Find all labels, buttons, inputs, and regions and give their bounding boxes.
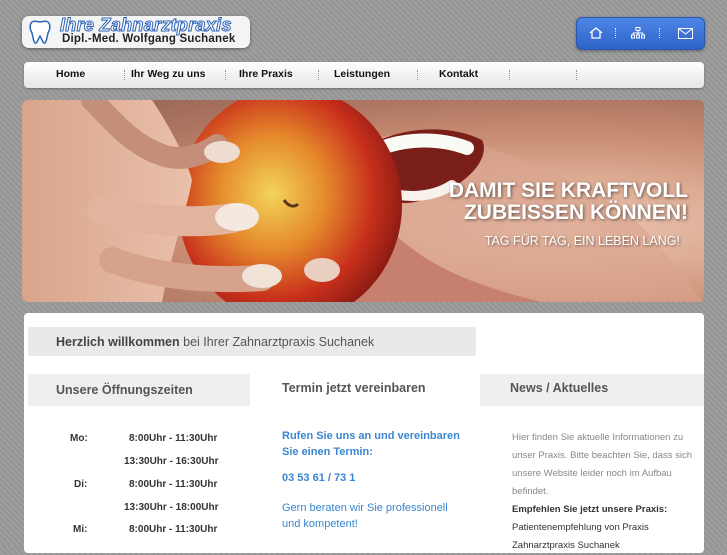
logo[interactable]: Ihre Zahnarztpraxis Dipl.-Med. Wolfgang … [22,16,250,48]
termin-heading-bar: Termin jetzt vereinbaren [254,374,476,406]
termin-advice: Gern beraten wir Sie professionell und k… [282,502,448,530]
news-link2[interactable]: Zahnarztpraxis Suchanek [512,537,697,555]
hero-banner: DAMIT SIE KRAFTVOLL ZUBEISSEN KÖNNEN! TA… [22,100,704,302]
welcome-rest: bei Ihrer Zahnarztpraxis Suchanek [179,335,375,349]
news-heading: News / Aktuelles [510,381,609,395]
nav-item-kontakt[interactable]: Kontakt [439,68,478,80]
nav-separator [124,70,125,80]
nav-separator [509,70,510,80]
nav-item-ihre-praxis[interactable]: Ihre Praxis [239,68,293,80]
welcome-bar: Herzlich willkommen bei Ihrer Zahnarztpr… [28,327,476,356]
news-block: Hier finden Sie aktuelle Informationen z… [512,429,697,555]
hero-headline-line2: ZUBEISSEN KÖNNEN! [463,201,688,224]
termin-call-text: Rufen Sie uns an und vereinbaren Sie ein… [282,430,460,458]
nav-separator [576,70,577,80]
toolbar-separator [659,28,662,38]
hours-time: 13:30Uhr - 16:30Uhr [124,456,219,467]
hours-time: 8:00Uhr - 11:30Uhr [129,433,218,444]
termin-heading: Termin jetzt vereinbaren [282,381,426,395]
home-icon[interactable] [588,25,604,41]
hours-heading: Unsere Öffnungszeiten [56,383,193,397]
welcome-text: Herzlich willkommen bei Ihrer Zahnarztpr… [56,335,374,349]
hero-headline: DAMIT SIE KRAFTVOLL ZUBEISSEN KÖNNEN! [449,180,688,224]
hours-day: Di: [74,479,88,490]
hours-day: Mi: [73,524,88,535]
hours-heading-bar: Unsere Öffnungszeiten [28,374,250,406]
toolbar-separator [615,28,618,38]
hours-time: 13:30Uhr - 18:00Uhr [124,502,219,513]
news-link[interactable]: Patientenempfehlung von Praxis [512,519,697,537]
sitemap-icon[interactable] [630,25,646,41]
main-navigation: Home Ihr Weg zu uns Ihre Praxis Leistung… [24,62,704,88]
hours-day: Mo: [70,433,88,444]
news-heading-bar: News / Aktuelles [480,374,704,406]
nav-item-leistungen[interactable]: Leistungen [334,68,390,80]
news-recommend: Empfehlen Sie jetzt unsere Praxis: [512,504,668,515]
toolbar [576,17,705,50]
nav-separator [417,70,418,80]
hero-tagline: TAG FÜR TAG, EIN LEBEN LANG! [484,234,680,248]
hours-time: 8:00Uhr - 11:30Uhr [129,479,218,490]
nav-separator [225,70,226,80]
mail-icon[interactable] [677,25,693,41]
welcome-bold: Herzlich willkommen [56,335,180,349]
phone-number[interactable]: 03 53 61 / 73 1 [282,470,355,486]
content-panel: Herzlich willkommen bei Ihrer Zahnarztpr… [24,313,704,553]
nav-item-ihr-weg-zu-uns[interactable]: Ihr Weg zu uns [131,68,205,80]
nav-separator [318,70,319,80]
nav-item-home[interactable]: Home [56,68,85,80]
news-intro: Hier finden Sie aktuelle Informationen z… [512,432,693,497]
tooth-icon [29,20,51,44]
hours-time: 8:00Uhr - 11:30Uhr [129,524,218,535]
logo-subtitle: Dipl.-Med. Wolfgang Suchanek [62,33,236,45]
hero-headline-line1: DAMIT SIE KRAFTVOLL [448,179,688,202]
